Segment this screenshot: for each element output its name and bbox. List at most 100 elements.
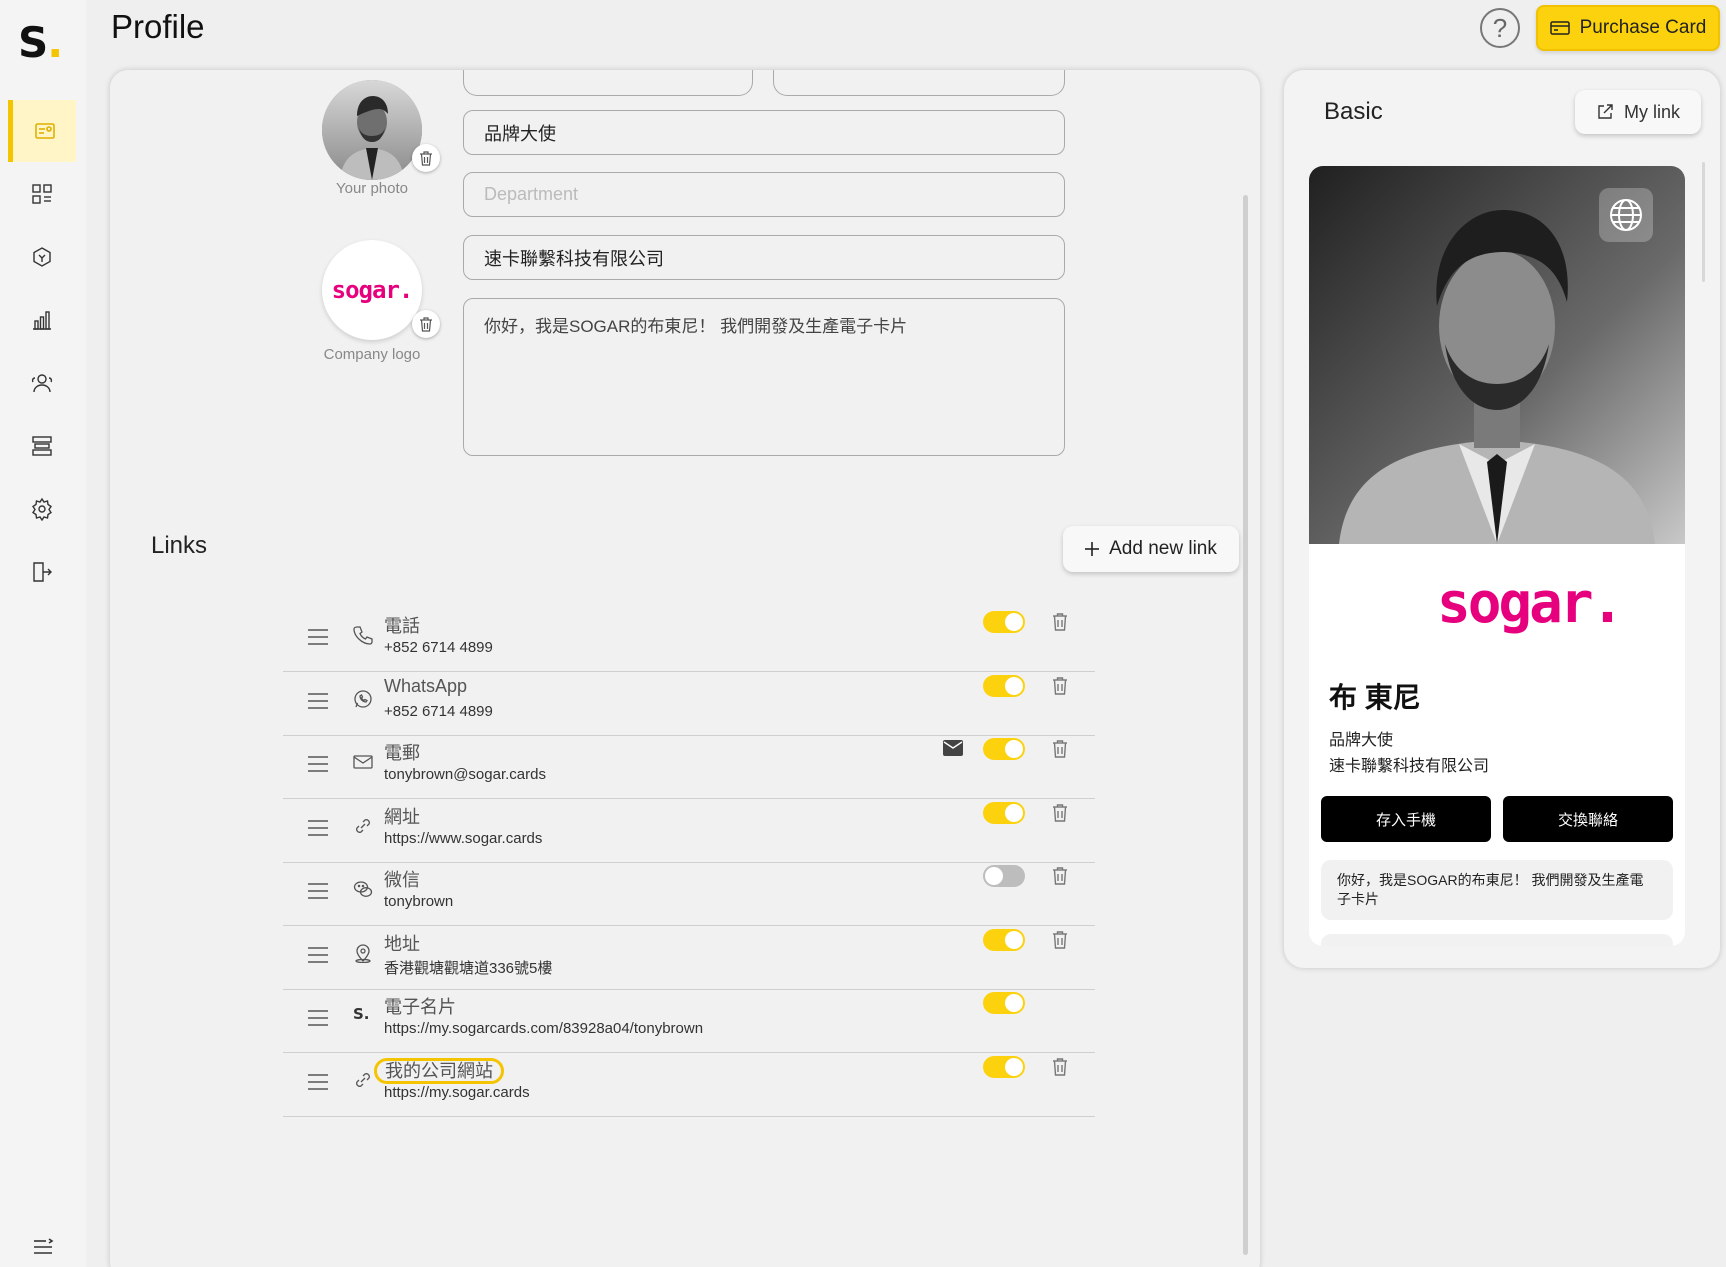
drag-handle-icon[interactable] <box>307 946 329 964</box>
link-label: 網址 <box>384 806 420 827</box>
company-value: 速卡聯繫科技有限公司 <box>484 248 664 269</box>
delete-link-button[interactable] <box>1051 676 1069 696</box>
delete-link-button[interactable] <box>1051 739 1069 759</box>
job-title-field[interactable]: 品牌大使 <box>463 110 1065 155</box>
drag-handle-icon[interactable] <box>307 755 329 773</box>
link-row[interactable]: WhatsApp +852 6714 4899 <box>283 666 1095 736</box>
link-visibility-toggle[interactable] <box>983 674 1025 697</box>
my-link-label: My link <box>1623 101 1680 122</box>
save-to-phone-label: 存入手機 <box>1375 811 1436 829</box>
sidebar-item-contacts[interactable] <box>8 352 76 414</box>
bio-textarea[interactable]: 你好，我是SOGAR的布東尼！ 我們開發及生產電子卡片 <box>463 298 1065 456</box>
company-field[interactable]: 速卡聯繫科技有限公司 <box>463 235 1065 280</box>
whatsapp-icon <box>354 689 372 708</box>
trash-icon <box>420 150 432 166</box>
drag-handle-icon[interactable] <box>307 628 329 646</box>
help-icon: ? <box>1492 12 1508 43</box>
link-label: 微信 <box>384 870 420 890</box>
toggle-knob <box>1005 676 1023 695</box>
link-label: 電子名片 <box>384 997 456 1017</box>
card-bio: 你好，我是SOGAR的布東尼！ 我們開發及生產電子卡片 <box>1321 860 1673 920</box>
toggle-knob <box>985 867 1003 885</box>
preview-scrollbar[interactable] <box>1702 162 1705 282</box>
purchase-card-button[interactable]: Purchase Card <box>1536 5 1720 51</box>
sidebar-item-analytics[interactable] <box>8 289 76 351</box>
link-row[interactable]: 電話 +852 6714 4899 <box>283 602 1095 672</box>
link-row[interactable]: 微信 tonybrown <box>283 856 1095 926</box>
links-heading: Links <box>151 532 208 559</box>
sidebar-item-profile[interactable] <box>8 100 76 162</box>
job-title-value: 品牌大使 <box>484 123 556 144</box>
sidebar-item-products[interactable] <box>8 226 76 288</box>
drag-handle-icon[interactable] <box>307 692 329 710</box>
toggle-knob <box>1005 740 1023 758</box>
delete-link-button[interactable] <box>1051 930 1069 950</box>
profile-card-icon <box>34 123 55 139</box>
trash-icon <box>420 316 432 332</box>
delete-photo-button[interactable] <box>412 144 440 172</box>
credit-card-icon <box>1549 21 1570 35</box>
link-visibility-toggle[interactable] <box>983 992 1025 1014</box>
toggle-knob <box>1005 930 1023 949</box>
sogar-s-icon: S. <box>353 1005 370 1023</box>
card-name: 布 東尼 <box>1329 682 1421 713</box>
exchange-contact-label: 交換聯絡 <box>1557 811 1618 829</box>
link-icon <box>356 818 370 833</box>
link-value: tonybrown <box>384 893 454 910</box>
exchange-contact-button[interactable]: 交換聯絡 <box>1503 796 1673 842</box>
link-row[interactable]: 地址 香港觀塘觀塘道336號5樓 <box>283 920 1095 990</box>
sidebar-item-settings[interactable] <box>8 478 76 540</box>
delete-link-button[interactable] <box>1051 866 1069 886</box>
sidebar-item-logout[interactable] <box>8 541 76 603</box>
business-card-preview: sogar. 布 東尼 品牌大使 速卡聯繫科技有限公司 存入手機 交換聯絡 你好… <box>1309 166 1685 946</box>
link-visibility-toggle[interactable] <box>983 928 1025 951</box>
location-pin-icon <box>355 943 371 963</box>
link-visibility-toggle[interactable] <box>983 1055 1025 1078</box>
profile-photo[interactable] <box>322 80 422 180</box>
drag-handle-icon[interactable] <box>307 1073 329 1091</box>
drag-handle-icon[interactable] <box>307 819 329 837</box>
link-row[interactable]: S. 電子名片 https://my.sogarcards.com/83928a04… <box>283 983 1095 1053</box>
delete-logo-button[interactable] <box>412 310 440 338</box>
send-mail-icon[interactable] <box>943 740 963 756</box>
drag-handle-icon[interactable] <box>307 882 329 900</box>
save-to-phone-button[interactable]: 存入手機 <box>1321 796 1491 842</box>
company-logo[interactable]: sogar. <box>322 240 422 340</box>
hexagon-icon <box>33 247 51 267</box>
add-new-link-button[interactable]: Add new link <box>1063 526 1239 572</box>
delete-link-button[interactable] <box>1051 803 1069 823</box>
last-name-field[interactable] <box>773 70 1065 96</box>
menu-collapse-icon[interactable] <box>32 1238 54 1256</box>
help-button[interactable]: ? <box>1480 8 1520 48</box>
app-logo[interactable]: S. <box>18 22 63 64</box>
link-row[interactable]: 電郵 tonybrown@sogar.cards <box>283 729 1095 799</box>
delete-link-button[interactable] <box>1051 1057 1069 1077</box>
link-row[interactable]: 我的公司網站 https://my.sogar.cards <box>283 1047 1095 1117</box>
delete-link-button[interactable] <box>1051 612 1069 632</box>
department-field[interactable]: Department <box>463 172 1065 217</box>
link-label: WhatsApp <box>384 675 468 696</box>
profile-editor-panel: Your photo sogar. Company logo 品牌大使 Depa… <box>110 70 1260 1267</box>
wechat-icon <box>353 881 373 897</box>
dashboard-grid-icon <box>32 184 52 204</box>
link-visibility-toggle[interactable] <box>983 738 1025 760</box>
link-label: 電話 <box>384 616 420 636</box>
globe-icon <box>1610 199 1642 231</box>
link-value: tonybrown@sogar.cards <box>384 766 546 783</box>
link-visibility-toggle[interactable] <box>983 801 1025 824</box>
link-value: https://my.sogarcards.com/83928a04/tonyb… <box>384 1020 704 1037</box>
first-name-field[interactable] <box>463 70 753 96</box>
analytics-bars-icon <box>33 311 51 330</box>
drag-handle-icon[interactable] <box>307 1009 329 1027</box>
website-button[interactable] <box>1599 188 1653 242</box>
link-value: 香港觀塘觀塘道336號5樓 <box>384 959 553 977</box>
sidebar-item-servers[interactable] <box>8 415 76 477</box>
phone-icon <box>353 626 373 645</box>
sidebar: S. <box>0 0 86 1267</box>
link-visibility-toggle[interactable] <box>983 611 1025 633</box>
scrollbar[interactable] <box>1243 195 1248 1255</box>
my-link-button[interactable]: My link <box>1575 90 1701 134</box>
sidebar-item-dashboard[interactable] <box>8 163 76 225</box>
link-visibility-toggle[interactable] <box>983 865 1025 887</box>
link-row[interactable]: 網址 https://www.sogar.cards <box>283 793 1095 863</box>
